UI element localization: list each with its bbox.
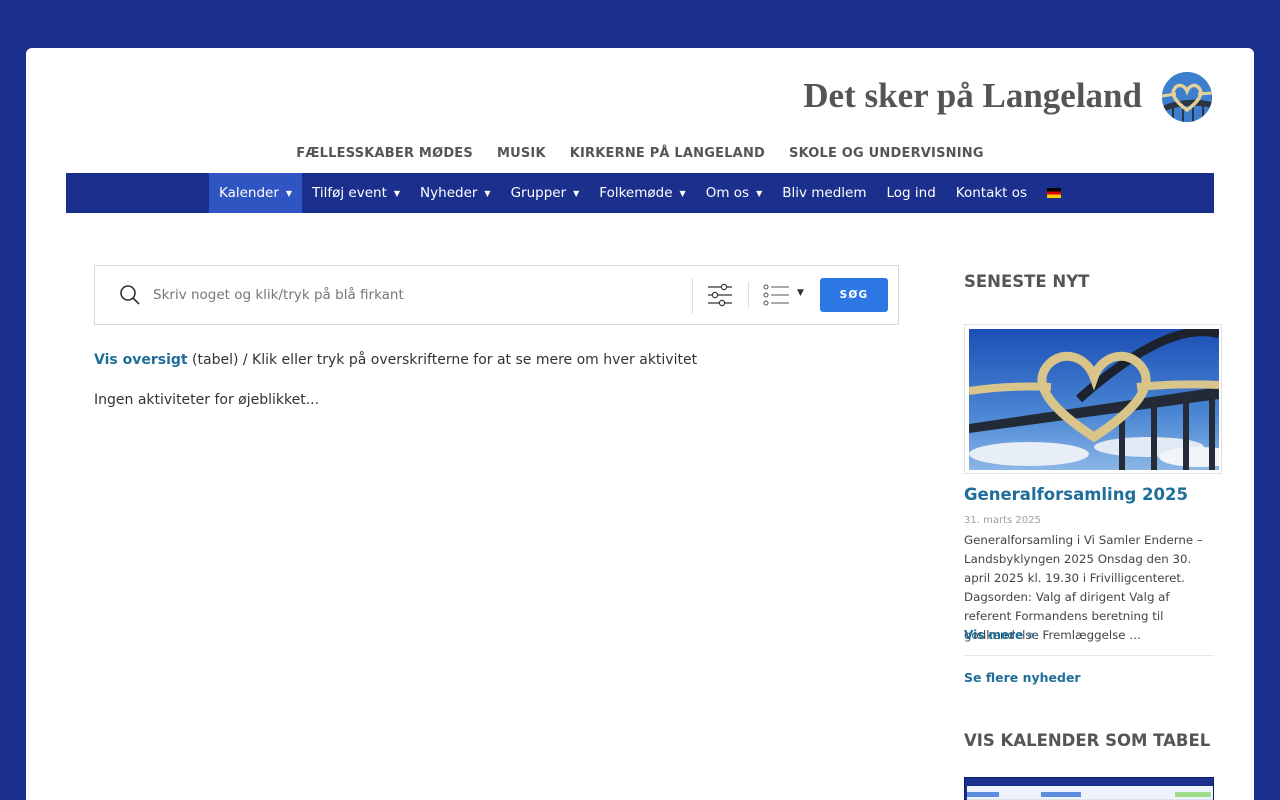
news-image[interactable] [964, 324, 1222, 474]
caret-down-icon: ▼ [573, 189, 580, 198]
news-title-link[interactable]: Generalforsamling 2025 [964, 485, 1188, 504]
nav-item-label: Kontakt os [955, 185, 1028, 201]
search-button[interactable]: SØG [820, 278, 888, 312]
calendar-table-heading: VIS KALENDER SOM TABEL [964, 731, 1211, 750]
calendar-table-thumbnail[interactable] [964, 777, 1214, 800]
overview-description: (tabel) / Klik eller tryk på overskrifte… [187, 352, 698, 368]
caret-down-icon: ▼ [393, 189, 401, 198]
no-activities-message: Ingen aktiviteter for øjeblikket... [94, 392, 320, 408]
nav-item-label: Tilføj event [312, 185, 387, 201]
overview-line: Vis oversigt (tabel) / Klik eller tryk p… [94, 352, 697, 368]
top-menu-kirkerne[interactable]: KIRKERNE PÅ LANGELAND [570, 146, 765, 161]
search-divider [748, 282, 749, 308]
nav-item-log-ind[interactable]: Log ind [877, 173, 946, 213]
latest-news-heading: SENESTE NYT [964, 272, 1090, 291]
caret-down-icon: ▼ [285, 189, 293, 198]
nav-item-grupper[interactable]: Grupper ▼ [501, 173, 590, 213]
heart-rope-bridge-image [969, 329, 1219, 470]
read-more-link[interactable]: Vis mere » [964, 628, 1035, 642]
nav-item-bliv-medlem[interactable]: Bliv medlem [772, 173, 876, 213]
german-flag-icon [1047, 188, 1062, 198]
nav-item-label: Bliv medlem [782, 185, 867, 201]
search-icon[interactable] [119, 284, 141, 306]
nav-item-tilfoj-event[interactable]: Tilføj event ▼ [302, 173, 410, 213]
nav-item-om-os[interactable]: Om os ▼ [696, 173, 773, 213]
overview-link[interactable]: Vis oversigt [94, 352, 188, 368]
top-menu-skole[interactable]: SKOLE OG UNDERVISNING [789, 146, 984, 161]
caret-down-icon: ▼ [756, 189, 763, 198]
nav-item-folkemode[interactable]: Folkemøde ▼ [589, 173, 695, 213]
search-divider [692, 278, 693, 314]
site-title[interactable]: Det sker på Langeland [803, 76, 1142, 116]
news-date: 31. marts 2025 [964, 515, 1041, 526]
list-view-icon[interactable] [763, 283, 791, 307]
nav-item-label: Kalender [218, 185, 279, 201]
caret-down-icon: ▼ [679, 189, 686, 198]
heart-rope-logo-icon [1162, 72, 1212, 122]
main-navigation: Kalender ▼ Tilføj event ▼ Nyheder ▼ Grupper… [66, 173, 1214, 213]
nav-item-nyheder[interactable]: Nyheder ▼ [410, 173, 501, 213]
site-logo[interactable] [1162, 72, 1212, 122]
caret-down-icon: ▼ [484, 189, 491, 198]
nav-item-label: Log ind [886, 185, 936, 201]
nav-item-label: Grupper [510, 185, 567, 201]
nav-item-label: Folkemøde [599, 185, 673, 201]
sidebar-divider [964, 655, 1214, 656]
top-menu-musik[interactable]: MUSIK [497, 146, 546, 161]
filter-sliders-icon[interactable] [707, 283, 733, 307]
nav-item-label: Nyheder [420, 185, 478, 201]
secondary-menu: FÆLLESSKABER MØDES MUSIK KIRKERNE PÅ LAN… [26, 146, 1254, 161]
nav-item-kontakt-os[interactable]: Kontakt os [946, 173, 1037, 213]
page-container: Det sker på Langeland FÆLLESSKABER MØDES… [26, 48, 1254, 800]
calendar-table-preview-image [965, 778, 1213, 800]
view-dropdown-caret-icon[interactable]: ▼ [797, 288, 804, 298]
nav-item-language-de[interactable] [1037, 173, 1071, 213]
nav-item-label: Om os [705, 185, 750, 201]
more-news-link[interactable]: Se flere nyheder [964, 670, 1081, 685]
nav-item-kalender[interactable]: Kalender ▼ [208, 173, 303, 213]
top-menu-faellesskaber[interactable]: FÆLLESSKABER MØDES [296, 146, 473, 161]
event-search-bar: ▼ SØG [94, 265, 899, 325]
search-input[interactable] [153, 282, 673, 308]
